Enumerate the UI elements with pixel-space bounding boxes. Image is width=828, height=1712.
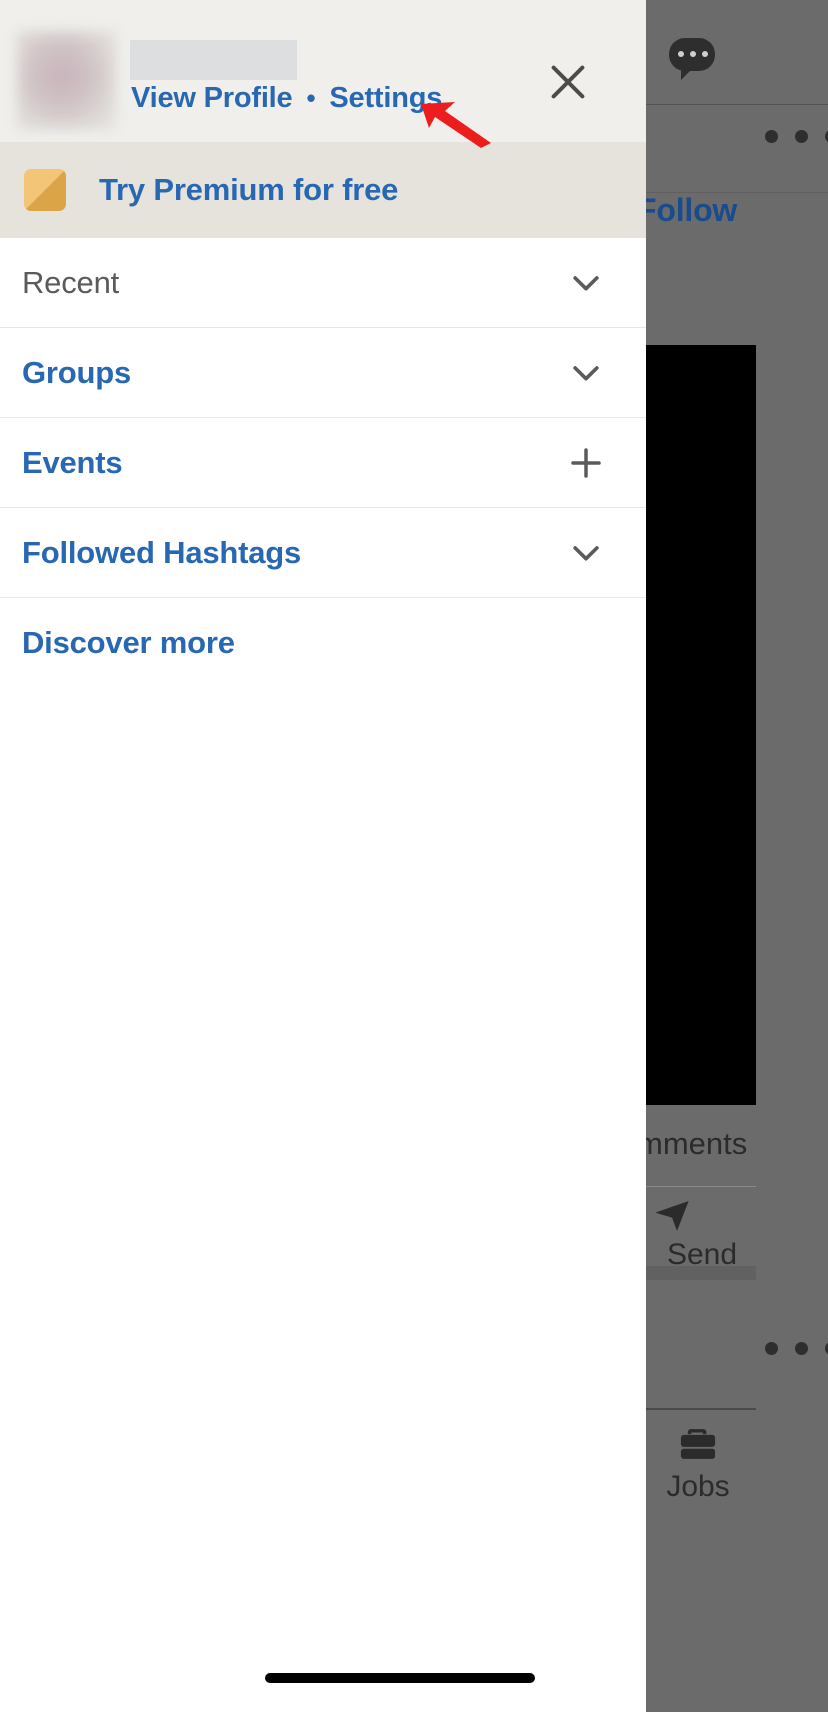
send-icon [652, 1196, 692, 1236]
menu-row-groups[interactable]: Groups [0, 328, 646, 418]
drawer-menu-list: Recent Groups Events Followed Hashtags D… [0, 238, 646, 688]
try-premium-row[interactable]: Try Premium for free [0, 142, 646, 238]
menu-label-recent: Recent [22, 264, 120, 300]
more-horizontal-icon-2[interactable] [765, 1342, 828, 1355]
chevron-down-icon[interactable] [564, 261, 608, 305]
menu-label-followed-hashtags: Followed Hashtags [22, 534, 302, 570]
tab-jobs-label: Jobs [666, 1470, 730, 1503]
phone-screen: Follow mments Send Jobs View Profile • S… [0, 0, 828, 1712]
profile-name-redacted [130, 40, 297, 80]
premium-badge-icon [24, 169, 66, 211]
try-premium-label: Try Premium for free [99, 172, 399, 207]
home-indicator-bar[interactable] [265, 1673, 535, 1683]
close-button[interactable] [540, 54, 596, 110]
profile-links: View Profile • Settings [131, 82, 442, 115]
menu-label-events: Events [22, 444, 123, 480]
plus-icon[interactable] [564, 441, 608, 485]
more-horizontal-icon[interactable] [765, 130, 828, 143]
menu-row-recent[interactable]: Recent [0, 238, 646, 328]
chevron-down-icon[interactable] [564, 531, 608, 575]
drawer-empty-space [0, 688, 646, 1712]
send-button[interactable]: Send [640, 1196, 756, 1272]
menu-row-events[interactable]: Events [0, 418, 646, 508]
background-divider-3 [646, 1186, 756, 1187]
briefcase-icon [675, 1424, 721, 1464]
menu-label-discover-more: Discover more [22, 625, 235, 660]
menu-row-discover-more[interactable]: Discover more [0, 598, 646, 688]
background-divider-1 [646, 104, 828, 105]
menu-row-followed-hashtags[interactable]: Followed Hashtags [0, 508, 646, 598]
settings-link[interactable]: Settings [329, 82, 442, 115]
avatar[interactable] [17, 31, 116, 130]
close-icon [551, 65, 585, 99]
post-image [646, 345, 756, 1105]
tab-jobs[interactable]: Jobs [640, 1424, 756, 1504]
follow-button[interactable]: Follow [637, 192, 737, 229]
menu-label-groups: Groups [22, 354, 132, 390]
chevron-down-icon[interactable] [564, 351, 608, 395]
drawer-header: View Profile • Settings [0, 0, 646, 148]
side-drawer: View Profile • Settings Try Premium for … [0, 0, 646, 1712]
view-profile-link[interactable]: View Profile [131, 82, 293, 115]
tabbar-top-border [646, 1408, 756, 1410]
background-section-gap [646, 1266, 756, 1280]
link-separator: • [306, 83, 316, 113]
comments-count-label: mments [637, 1126, 748, 1161]
message-bubble-icon[interactable] [669, 38, 719, 80]
